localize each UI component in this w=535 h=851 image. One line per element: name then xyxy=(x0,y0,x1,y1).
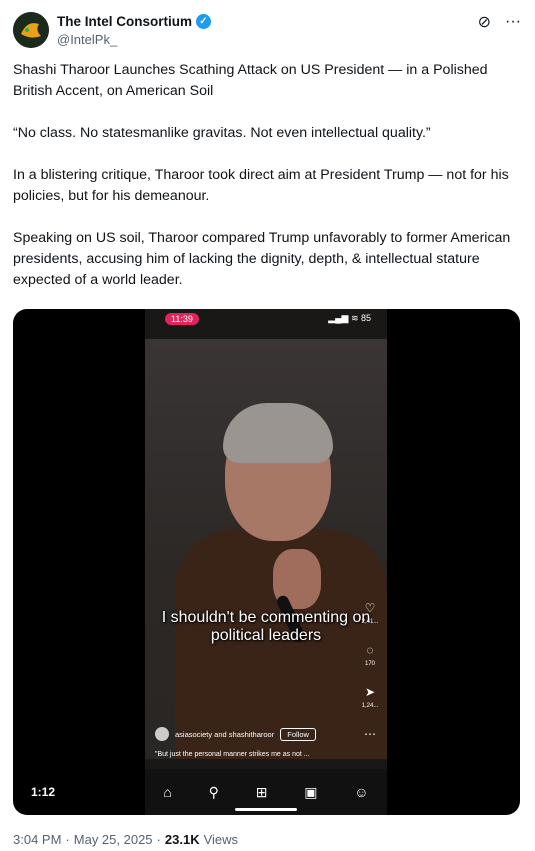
user-handle[interactable]: @IntelPk_ xyxy=(57,32,117,47)
video-duration: 1:12 xyxy=(25,783,62,801)
post-paragraph: Shashi Tharoor Launches Scathing Attack … xyxy=(13,62,492,99)
meta-separator: · xyxy=(65,832,70,847)
like-count: 2,41... xyxy=(361,619,379,625)
reel-account-row: asiasociety and shashitharoor Follow xyxy=(155,727,316,741)
home-icon: ⌂ xyxy=(163,784,172,800)
post-meta: 3:04 PM · May 25, 2025 · 23.1K Views xyxy=(13,832,238,847)
grok-icon[interactable]: ⊘ xyxy=(478,12,491,32)
video-caption: I shouldn't be commenting on political l… xyxy=(161,609,371,644)
phone-status: ▂▄▆ ≋ 85 xyxy=(328,313,371,323)
verified-badge-icon: ✓ xyxy=(196,14,211,29)
post-time[interactable]: 3:04 PM xyxy=(13,832,61,847)
home-indicator xyxy=(235,808,297,811)
avatar[interactable] xyxy=(13,12,49,48)
video-frame: 11:39 ▂▄▆ ≋ 85 ‹ ◎ I shouldn't be commen… xyxy=(145,309,387,815)
post-header: The Intel Consortium ✓ @IntelPk_ ⊘ ··· xyxy=(13,12,523,52)
profile-icon: ☺ xyxy=(354,784,369,800)
post-paragraph: Speaking on US soil, Tharoor compared Tr… xyxy=(13,230,515,288)
reels-icon: ▣ xyxy=(304,783,318,800)
share-icon: ➤ 1,24... xyxy=(359,685,381,713)
reel-avatar xyxy=(155,727,169,741)
share-count: 1,24... xyxy=(361,703,379,709)
views-label: Views xyxy=(203,832,239,847)
reel-account-names: asiasociety and shashitharoor xyxy=(175,729,275,739)
post-paragraph: In a blistering critique, Tharoor took d… xyxy=(13,167,513,204)
like-icon: ♡ 2,41... xyxy=(359,601,381,629)
post-paragraph: “No class. No statesmanlike gravitas. No… xyxy=(13,125,431,141)
more-icon: ⋯ xyxy=(364,727,376,741)
post-date[interactable]: May 25, 2025 xyxy=(74,832,153,847)
speaker-hair xyxy=(223,403,333,463)
add-icon: ⊞ xyxy=(255,783,268,800)
speaker-scene xyxy=(145,339,387,759)
display-name[interactable]: The Intel Consortium xyxy=(57,14,192,29)
phone-clock: 11:39 xyxy=(165,313,199,325)
views-count: 23.1K xyxy=(164,832,200,847)
reel-follow-button: Follow xyxy=(280,727,316,741)
reel-action-rail: ♡ 2,41... ◌ 170 ➤ 1,24... ⋯ xyxy=(359,601,381,755)
comment-count: 170 xyxy=(364,661,375,667)
display-name-row[interactable]: The Intel Consortium ✓ xyxy=(57,14,211,29)
comment-icon: ◌ 170 xyxy=(359,643,381,671)
post-text: Shashi Tharoor Launches Scathing Attack … xyxy=(13,60,518,312)
video-player[interactable]: 11:39 ▂▄▆ ≋ 85 ‹ ◎ I shouldn't be commen… xyxy=(13,309,520,815)
header-actions: ⊘ ··· xyxy=(478,12,521,32)
search-icon: ⚲ xyxy=(208,783,219,800)
more-icon[interactable]: ··· xyxy=(505,13,521,31)
meta-separator: · xyxy=(156,832,161,847)
reel-subcaption: "But just the personal manner strikes me… xyxy=(155,751,310,758)
